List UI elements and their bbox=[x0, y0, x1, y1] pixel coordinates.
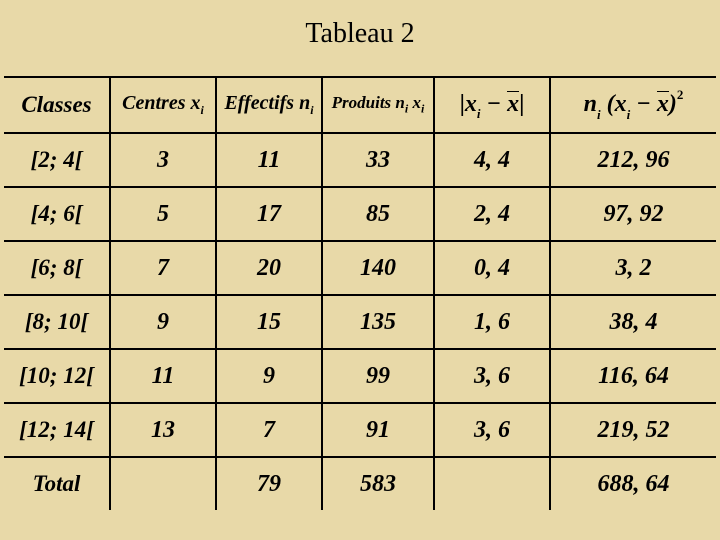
col-header-centres-sub: i bbox=[201, 103, 204, 117]
cell-absdev: 2, 4 bbox=[434, 187, 550, 241]
table-row: [10; 12[ 11 9 99 3, 6 116, 64 bbox=[4, 349, 716, 403]
table-total-row: Total 79 583 688, 64 bbox=[4, 457, 716, 510]
col-header-centres-label: Centres x bbox=[122, 92, 200, 114]
cell-class: [12; 14[ bbox=[4, 403, 110, 457]
data-table: Classes Centres xi Effectifs ni Produits… bbox=[4, 76, 716, 510]
cell-effectif: 17 bbox=[216, 187, 322, 241]
col-header-produits-mid: x bbox=[408, 93, 421, 112]
col-header-produits: Produits ni xi bbox=[322, 77, 434, 133]
cell-produit: 99 bbox=[322, 349, 434, 403]
table-row: [2; 4[ 3 11 33 4, 4 212, 96 bbox=[4, 133, 716, 187]
cell-nidev2: 219, 52 bbox=[550, 403, 716, 457]
table-row: [8; 10[ 9 15 135 1, 6 38, 4 bbox=[4, 295, 716, 349]
cell-centre: 3 bbox=[110, 133, 216, 187]
cell-total-label: Total bbox=[4, 457, 110, 510]
cell-effectif: 7 bbox=[216, 403, 322, 457]
cell-centre: 7 bbox=[110, 241, 216, 295]
page-title: Tableau 2 bbox=[0, 18, 720, 50]
cell-effectif: 9 bbox=[216, 349, 322, 403]
cell-absdev: 3, 6 bbox=[434, 403, 550, 457]
table-row: [6; 8[ 7 20 140 0, 4 3, 2 bbox=[4, 241, 716, 295]
cell-absdev: 1, 6 bbox=[434, 295, 550, 349]
cell-produit: 91 bbox=[322, 403, 434, 457]
cell-produit: 33 bbox=[322, 133, 434, 187]
col-header-classes: Classes bbox=[4, 77, 110, 133]
col-header-produits-label: Produits n bbox=[332, 93, 405, 112]
cell-nidev2: 212, 96 bbox=[550, 133, 716, 187]
col-header-effectifs-label: Effectifs n bbox=[224, 92, 310, 114]
nidev2-formula: ni (xi − x)2 bbox=[584, 91, 684, 119]
table-header-row: Classes Centres xi Effectifs ni Produits… bbox=[4, 77, 716, 133]
cell-class: [8; 10[ bbox=[4, 295, 110, 349]
col-header-nidev2: ni (xi − x)2 bbox=[550, 77, 716, 133]
cell-total-nidev2: 688, 64 bbox=[550, 457, 716, 510]
cell-effectif: 11 bbox=[216, 133, 322, 187]
col-header-absdev: |xi − x| bbox=[434, 77, 550, 133]
cell-total-produit: 583 bbox=[322, 457, 434, 510]
cell-produit: 85 bbox=[322, 187, 434, 241]
cell-centre: 5 bbox=[110, 187, 216, 241]
cell-absdev: 0, 4 bbox=[434, 241, 550, 295]
cell-produit: 140 bbox=[322, 241, 434, 295]
cell-absdev: 3, 6 bbox=[434, 349, 550, 403]
cell-nidev2: 38, 4 bbox=[550, 295, 716, 349]
page: Tableau 2 Classes Centres xi Effectifs n… bbox=[0, 0, 720, 540]
cell-centre: 13 bbox=[110, 403, 216, 457]
cell-effectif: 20 bbox=[216, 241, 322, 295]
cell-nidev2: 3, 2 bbox=[550, 241, 716, 295]
cell-effectif: 15 bbox=[216, 295, 322, 349]
cell-produit: 135 bbox=[322, 295, 434, 349]
cell-total-absdev bbox=[434, 457, 550, 510]
cell-absdev: 4, 4 bbox=[434, 133, 550, 187]
cell-total-effectif: 79 bbox=[216, 457, 322, 510]
cell-class: [2; 4[ bbox=[4, 133, 110, 187]
cell-total-centre bbox=[110, 457, 216, 510]
absdev-formula: |xi − x| bbox=[460, 92, 525, 119]
col-header-produits-sub2: i bbox=[421, 102, 424, 116]
cell-class: [4; 6[ bbox=[4, 187, 110, 241]
cell-nidev2: 116, 64 bbox=[550, 349, 716, 403]
table-row: [4; 6[ 5 17 85 2, 4 97, 92 bbox=[4, 187, 716, 241]
cell-class: [6; 8[ bbox=[4, 241, 110, 295]
cell-centre: 11 bbox=[110, 349, 216, 403]
col-header-centres: Centres xi bbox=[110, 77, 216, 133]
cell-class: [10; 12[ bbox=[4, 349, 110, 403]
table-row: [12; 14[ 13 7 91 3, 6 219, 52 bbox=[4, 403, 716, 457]
cell-centre: 9 bbox=[110, 295, 216, 349]
cell-nidev2: 97, 92 bbox=[550, 187, 716, 241]
col-header-effectifs: Effectifs ni bbox=[216, 77, 322, 133]
col-header-effectifs-sub: i bbox=[310, 103, 313, 117]
